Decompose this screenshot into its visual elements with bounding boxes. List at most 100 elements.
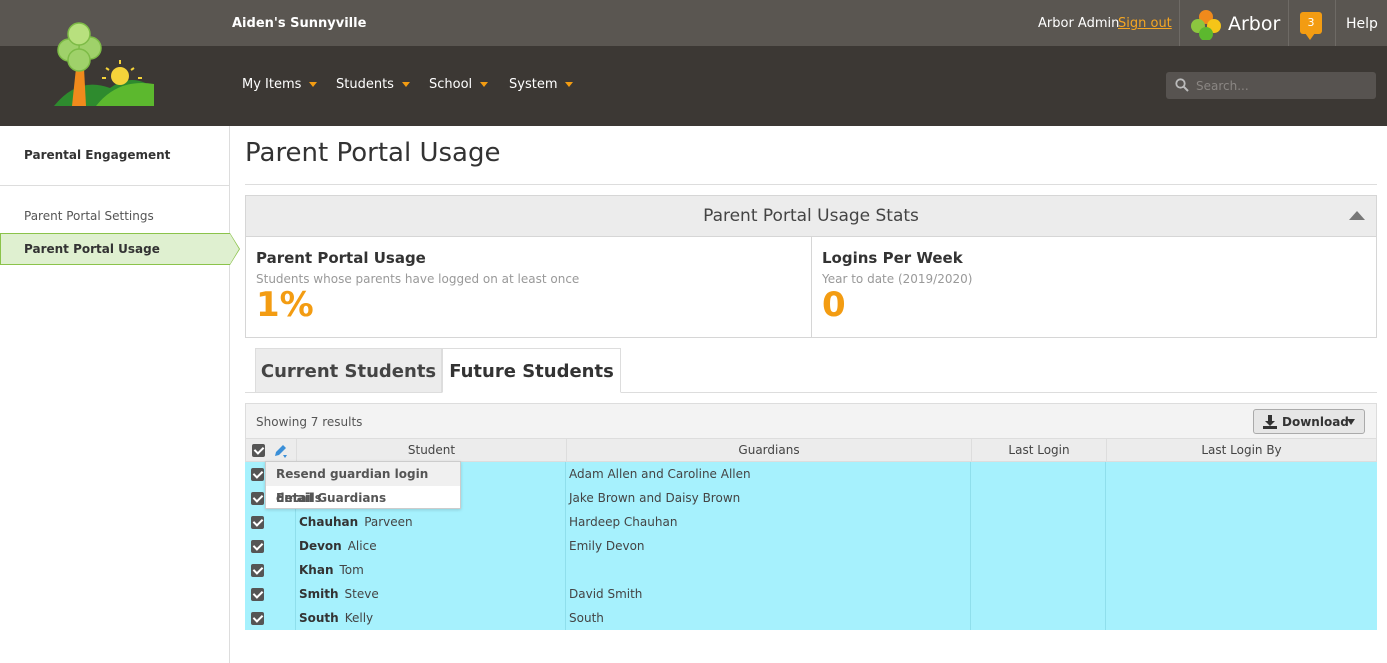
nav-label: My Items [242, 77, 302, 92]
student-first-name: Kelly [344, 611, 374, 625]
tab-future-students[interactable]: Future Students [442, 348, 621, 393]
nav-system[interactable]: System [509, 77, 574, 92]
collapse-icon[interactable] [1349, 211, 1365, 220]
row-checkbox[interactable] [251, 468, 264, 481]
column-header-last-login[interactable]: Last Login [971, 439, 1106, 461]
sidebar: Parental Engagement Parent Portal Settin… [0, 126, 240, 663]
student-cell[interactable]: Chauhan Parveen [295, 510, 565, 534]
row-checkbox[interactable] [251, 564, 264, 577]
table-row[interactable]: Chauhan Parveen Hardeep Chauhan [245, 510, 1377, 534]
stat-box-logins-per-week: Logins Per Week Year to date (2019/2020)… [812, 237, 1376, 337]
sidebar-item-parent-portal-usage[interactable]: Parent Portal Usage [0, 233, 240, 265]
student-first-name: Tom [339, 563, 364, 577]
student-cell[interactable]: Devon Alice [295, 534, 565, 558]
student-surname: Devon [299, 539, 342, 553]
guardians-cell: David Smith [565, 582, 970, 606]
table-row[interactable]: South Kelly South [245, 606, 1377, 630]
table-row[interactable]: Devon Alice Emily Devon [245, 534, 1377, 558]
row-checkbox[interactable] [251, 588, 264, 601]
help-link[interactable]: Help [1346, 16, 1378, 32]
caret-down-icon [480, 82, 489, 87]
nav-label: System [509, 77, 558, 92]
sidebar-title: Parental Engagement [24, 148, 171, 162]
table-row[interactable]: Smith Steve David Smith [245, 582, 1377, 606]
last-login-cell [970, 486, 1105, 510]
guardians-cell: Emily Devon [565, 534, 970, 558]
sidebar-item-parent-portal-settings[interactable]: Parent Portal Settings [0, 200, 229, 232]
last-login-cell [970, 510, 1105, 534]
download-button[interactable]: Download [1253, 409, 1365, 434]
stats-panel-title: Parent Portal Usage Stats [703, 206, 919, 226]
last-login-by-cell [1105, 582, 1377, 606]
last-login-cell [970, 582, 1105, 606]
student-cell[interactable]: South Kelly [295, 606, 565, 630]
download-icon [1263, 415, 1277, 429]
search-box [1166, 72, 1376, 99]
results-toolbar: Showing 7 results Download [245, 403, 1377, 439]
header-divider [1179, 0, 1180, 46]
row-checkbox[interactable] [251, 540, 264, 553]
brand-name: Arbor [1228, 13, 1281, 35]
last-login-cell [970, 462, 1105, 486]
last-login-cell [970, 558, 1105, 582]
last-login-by-cell [1105, 606, 1377, 630]
last-login-cell [970, 534, 1105, 558]
bulk-edit-icon[interactable] [273, 443, 289, 459]
caret-down-icon [309, 82, 318, 87]
stat-value: 1% [256, 285, 314, 325]
column-header-student[interactable]: Student [296, 439, 566, 461]
guardians-cell: Hardeep Chauhan [565, 510, 970, 534]
nav-school[interactable]: School [429, 77, 489, 92]
student-surname: Chauhan [299, 515, 359, 529]
student-surname: Khan [299, 563, 334, 577]
column-header-guardians[interactable]: Guardians [566, 439, 971, 461]
nav-my-items[interactable]: My Items [242, 77, 318, 92]
header-divider [1335, 0, 1336, 46]
student-cell[interactable]: Khan Tom [295, 558, 565, 582]
student-first-name: Alice [347, 539, 377, 553]
notification-badge[interactable]: 3 [1300, 12, 1322, 40]
student-first-name: Parveen [364, 515, 413, 529]
last-login-by-cell [1105, 534, 1377, 558]
student-cell[interactable]: Smith Steve [295, 582, 565, 606]
student-surname: South [299, 611, 339, 625]
row-checkbox[interactable] [251, 516, 264, 529]
results-count: Showing 7 results [256, 415, 363, 429]
school-logo[interactable] [48, 18, 160, 110]
guardians-cell: Adam Allen and Caroline Allen [565, 462, 970, 486]
arbor-brand[interactable]: Arbor [1188, 8, 1280, 40]
school-name[interactable]: Aiden's Sunnyville [232, 16, 366, 31]
menu-item-resend-login-details[interactable]: Resend guardian login details [266, 462, 460, 505]
guardians-cell: South [565, 606, 970, 630]
stat-subtitle: Year to date (2019/2020) [822, 272, 973, 286]
stat-value: 0 [822, 285, 846, 325]
sign-out-link[interactable]: Sign out [1118, 16, 1172, 31]
search-input[interactable] [1196, 76, 1366, 95]
student-first-name: Steve [344, 587, 379, 601]
student-surname: Smith [299, 587, 339, 601]
caret-down-icon [1347, 419, 1355, 425]
nav-label: School [429, 77, 473, 92]
stat-title: Logins Per Week [822, 249, 963, 267]
search-icon [1175, 78, 1189, 92]
caret-down-icon [401, 82, 410, 87]
guardians-cell [565, 558, 970, 582]
arbor-logo-icon [1191, 10, 1221, 40]
row-checkbox[interactable] [251, 612, 264, 625]
stat-box-portal-usage: Parent Portal Usage Students whose paren… [246, 237, 812, 337]
download-label: Download [1282, 415, 1349, 429]
nav-students[interactable]: Students [336, 77, 410, 92]
last-login-by-cell [1105, 510, 1377, 534]
last-login-by-cell [1105, 558, 1377, 582]
menu-item-email-guardians[interactable]: Email Guardians [266, 486, 460, 510]
select-all-checkbox[interactable] [252, 444, 265, 457]
column-header-last-login-by[interactable]: Last Login By [1106, 439, 1376, 461]
tab-current-students[interactable]: Current Students [255, 348, 442, 393]
last-login-by-cell [1105, 462, 1377, 486]
nav-label: Students [336, 77, 394, 92]
row-checkbox[interactable] [251, 492, 264, 505]
stats-panel-header[interactable]: Parent Portal Usage Stats [246, 196, 1376, 237]
caret-down-icon [565, 82, 574, 87]
table-row[interactable]: Khan Tom [245, 558, 1377, 582]
last-login-cell [970, 606, 1105, 630]
